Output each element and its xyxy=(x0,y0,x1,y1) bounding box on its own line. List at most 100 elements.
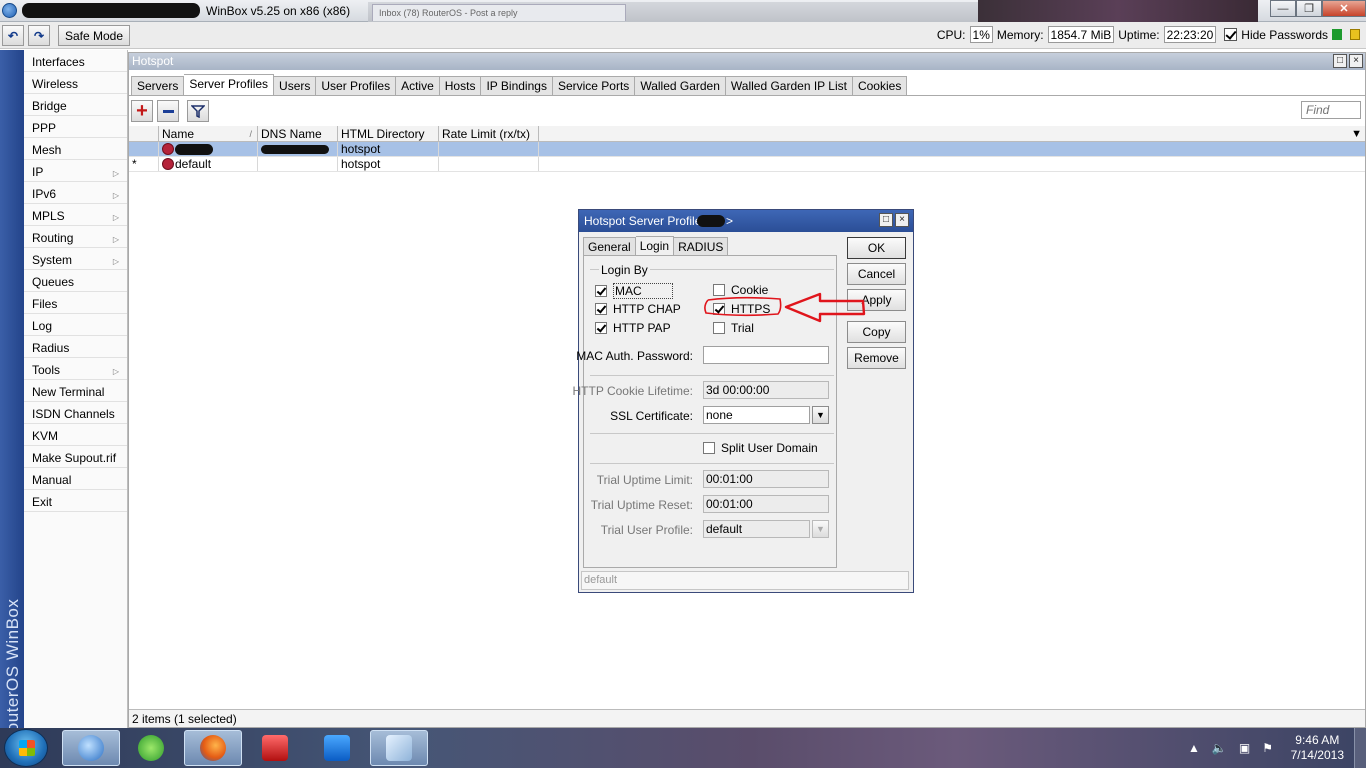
menu-item-make-supout-rif[interactable]: Make Supout.rif xyxy=(24,446,127,468)
close-button[interactable]: ✕ xyxy=(1322,0,1366,17)
split-user-domain-checkbox[interactable] xyxy=(703,442,715,454)
tab-service-ports[interactable]: Service Ports xyxy=(552,76,636,96)
start-button[interactable] xyxy=(4,729,48,767)
action-center-flag-icon[interactable]: ⚑ xyxy=(1262,741,1273,755)
menu-item-bridge[interactable]: Bridge xyxy=(24,94,127,116)
rate-column-header[interactable]: Rate Limit (rx/tx) xyxy=(439,126,539,141)
https-option[interactable]: HTTPS xyxy=(713,302,770,316)
menu-item-interfaces[interactable]: Interfaces xyxy=(24,50,127,72)
mac-checkbox[interactable] xyxy=(595,285,607,297)
remove-profile-button[interactable]: Remove xyxy=(847,347,906,369)
volume-icon[interactable]: 🔈 xyxy=(1212,741,1227,755)
menu-item-files[interactable]: Files xyxy=(24,292,127,314)
dialog-tab-radius[interactable]: RADIUS xyxy=(674,237,729,256)
menu-item-new-terminal[interactable]: New Terminal xyxy=(24,380,127,402)
dialog-tab-general[interactable]: General xyxy=(583,237,636,256)
menu-item-ppp[interactable]: PPP xyxy=(24,116,127,138)
hotspot-maximize-button[interactable]: □ xyxy=(1333,54,1347,68)
menu-item-log[interactable]: Log xyxy=(24,314,127,336)
taskbar-notepad[interactable] xyxy=(370,730,428,766)
hotspot-close-button[interactable]: × xyxy=(1349,54,1363,68)
tab-server-profiles[interactable]: Server Profiles xyxy=(184,74,275,96)
taskbar-firefox[interactable] xyxy=(184,730,242,766)
mac-option[interactable]: MAC xyxy=(595,283,673,299)
menu-item-ip[interactable]: IP ▷ xyxy=(24,160,127,182)
html-column-header[interactable]: HTML Directory xyxy=(338,126,439,141)
close-icon: × xyxy=(899,214,905,225)
taskbar-clock[interactable]: 9:46 AM 7/14/2013 xyxy=(1291,733,1344,763)
trial-user-profile-dropdown-button[interactable]: ▼ xyxy=(812,520,829,538)
taskbar-utorrent[interactable] xyxy=(122,730,180,766)
apply-button[interactable]: Apply xyxy=(847,289,906,311)
menu-item-mpls[interactable]: MPLS ▷ xyxy=(24,204,127,226)
menu-item-routing[interactable]: Routing ▷ xyxy=(24,226,127,248)
network-icon[interactable]: ▣ xyxy=(1239,741,1250,755)
show-desktop-button[interactable] xyxy=(1354,728,1366,768)
tab-user-profiles[interactable]: User Profiles xyxy=(316,76,397,96)
redo-button[interactable]: ↷ xyxy=(28,25,50,46)
cookie-checkbox[interactable] xyxy=(713,284,725,296)
ok-button[interactable]: OK xyxy=(847,237,906,259)
menu-item-ipv6[interactable]: IPv6 ▷ xyxy=(24,182,127,204)
tab-walled-garden-ip-list[interactable]: Walled Garden IP List xyxy=(725,76,853,96)
trial-user-profile-select[interactable]: default xyxy=(703,520,810,538)
dns-column-header[interactable]: DNS Name xyxy=(258,126,338,141)
winbox-app-icon[interactable] xyxy=(2,3,17,18)
tab-hosts[interactable]: Hosts xyxy=(439,76,482,96)
menu-item-tools[interactable]: Tools ▷ xyxy=(24,358,127,380)
dialog-maximize-button[interactable]: □ xyxy=(879,213,893,227)
tab-users[interactable]: Users xyxy=(274,76,317,96)
tab-walled-garden[interactable]: Walled Garden xyxy=(635,76,726,96)
copy-button[interactable]: Copy xyxy=(847,321,906,343)
http-pap-option[interactable]: HTTP PAP xyxy=(595,321,671,335)
dialog-tab-login[interactable]: Login xyxy=(635,236,675,256)
background-browser-tab[interactable]: Inbox (78) RouterOS - Post a reply xyxy=(372,4,626,21)
menu-item-system[interactable]: System ▷ xyxy=(24,248,127,270)
table-row[interactable]: * default hotspot xyxy=(129,157,1365,172)
http-pap-checkbox[interactable] xyxy=(595,322,607,334)
add-button[interactable]: + xyxy=(131,100,153,122)
table-row[interactable]: hotspot xyxy=(129,142,1365,157)
menu-item-kvm[interactable]: KVM xyxy=(24,424,127,446)
taskbar-winbox[interactable] xyxy=(62,730,120,766)
cookie-option[interactable]: Cookie xyxy=(713,283,768,297)
show-hidden-icons-icon[interactable]: ▲ xyxy=(1188,741,1200,755)
split-user-domain-option[interactable]: Split User Domain xyxy=(703,441,818,455)
mac-auth-password-input[interactable] xyxy=(703,346,829,364)
menu-item-isdn-channels[interactable]: ISDN Channels xyxy=(24,402,127,424)
trial-uptime-reset-input[interactable]: 00:01:00 xyxy=(703,495,829,513)
trial-checkbox[interactable] xyxy=(713,322,725,334)
taskbar-teamviewer[interactable] xyxy=(308,730,366,766)
ssl-certificate-dropdown-button[interactable]: ▼ xyxy=(812,406,829,424)
find-input[interactable] xyxy=(1301,101,1361,119)
ssl-certificate-select[interactable]: none xyxy=(703,406,810,424)
menu-item-wireless[interactable]: Wireless xyxy=(24,72,127,94)
undo-button[interactable]: ↶ xyxy=(2,25,24,46)
safe-mode-button[interactable]: Safe Mode xyxy=(58,25,130,46)
trial-option[interactable]: Trial xyxy=(713,321,754,335)
menu-item-queues[interactable]: Queues xyxy=(24,270,127,292)
tab-active[interactable]: Active xyxy=(396,76,440,96)
http-cookie-lifetime-input[interactable]: 3d 00:00:00 xyxy=(703,381,829,399)
remove-button[interactable] xyxy=(157,100,179,122)
menu-item-manual[interactable]: Manual xyxy=(24,468,127,490)
http-chap-option[interactable]: HTTP CHAP xyxy=(595,302,681,316)
menu-item-mesh[interactable]: Mesh xyxy=(24,138,127,160)
tab-ip-bindings[interactable]: IP Bindings xyxy=(481,76,553,96)
hide-passwords-checkbox[interactable] xyxy=(1224,28,1238,41)
menu-item-exit[interactable]: Exit xyxy=(24,490,127,512)
tab-servers[interactable]: Servers xyxy=(131,76,185,96)
minimize-button[interactable]: — xyxy=(1270,0,1296,17)
taskbar-acrobat[interactable] xyxy=(246,730,304,766)
cancel-button[interactable]: Cancel xyxy=(847,263,906,285)
https-checkbox[interactable] xyxy=(713,303,725,315)
dialog-close-button[interactable]: × xyxy=(895,213,909,227)
column-dropdown-icon[interactable]: ▼ xyxy=(1351,126,1362,142)
tab-cookies[interactable]: Cookies xyxy=(852,76,908,96)
name-column-header[interactable]: Name / xyxy=(159,126,258,141)
menu-item-radius[interactable]: Radius xyxy=(24,336,127,358)
http-chap-checkbox[interactable] xyxy=(595,303,607,315)
filter-button[interactable] xyxy=(187,100,209,122)
trial-uptime-limit-input[interactable]: 00:01:00 xyxy=(703,470,829,488)
maximize-button[interactable]: ❐ xyxy=(1296,0,1322,17)
